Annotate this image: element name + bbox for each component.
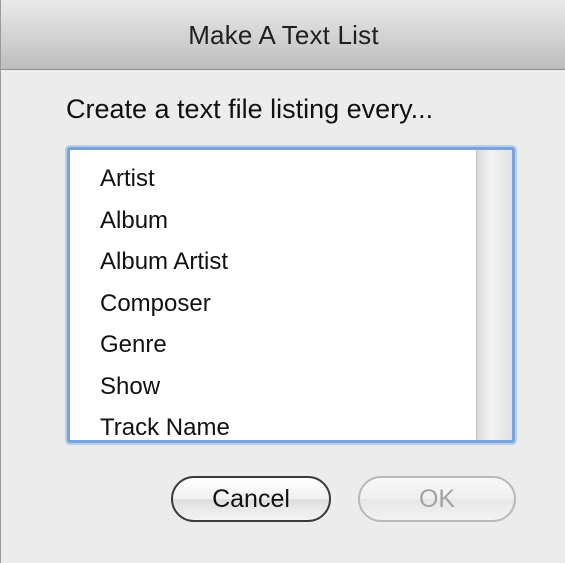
- list-item-composer[interactable]: Composer: [70, 283, 474, 325]
- ok-button[interactable]: OK: [358, 476, 516, 522]
- dialog-window: Make A Text List Create a text file list…: [0, 0, 565, 563]
- list-item-show[interactable]: Show: [70, 366, 474, 408]
- vertical-scrollbar[interactable]: [476, 150, 512, 440]
- list-item-album-artist[interactable]: Album Artist: [70, 241, 474, 283]
- list-item-artist[interactable]: Artist: [70, 158, 474, 200]
- title-bar[interactable]: Make A Text List: [1, 0, 565, 70]
- list-item-genre[interactable]: Genre: [70, 324, 474, 366]
- listing-type-list[interactable]: Artist Album Album Artist Composer Genre…: [67, 147, 515, 443]
- list-item-track-name[interactable]: Track Name: [70, 407, 474, 440]
- prompt-label: Create a text file listing every...: [66, 94, 434, 124]
- list-items: Artist Album Album Artist Composer Genre…: [70, 150, 474, 440]
- cancel-button[interactable]: Cancel: [171, 476, 331, 522]
- window-title: Make A Text List: [188, 20, 379, 50]
- list-item-album[interactable]: Album: [70, 200, 474, 242]
